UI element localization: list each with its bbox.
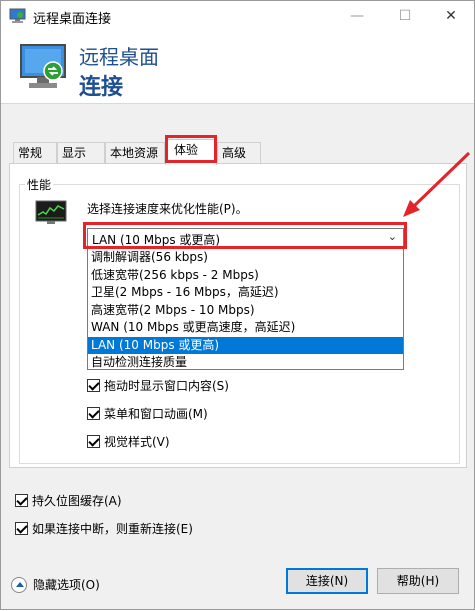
checkbox-visual-styles[interactable]: 视觉样式(V) <box>87 433 170 449</box>
checkbox-show-window-contents[interactable]: 拖动时显示窗口内容(S) <box>87 377 229 393</box>
dropdown-option[interactable]: WAN (10 Mbps 或更高速度，高延迟) <box>88 319 403 337</box>
dropdown-option[interactable]: 高速宽带(2 Mbps - 10 Mbps) <box>88 302 403 320</box>
checkbox-label: 视觉样式(V) <box>104 434 170 449</box>
connect-button[interactable]: 连接(N) <box>286 568 368 594</box>
chevron-down-icon[interactable]: ⌄ <box>388 230 397 243</box>
dialog-body: 常规 显示 本地资源 体验 高级 性能 选择连接速度来优化性能(P)。 LAN … <box>1 103 474 609</box>
tab-advanced[interactable]: 高级 <box>217 142 261 164</box>
checkbox-bitmap-cache[interactable]: 持久位图缓存(A) <box>15 492 122 508</box>
dropdown-option-selected[interactable]: LAN (10 Mbps 或更高) <box>88 336 403 354</box>
checkbox-checked[interactable] <box>87 406 100 420</box>
tab-experience[interactable]: 体验 <box>165 139 217 165</box>
checkbox-label: 持久位图缓存(A) <box>32 493 122 508</box>
header-title: 远程桌面 <box>79 45 159 69</box>
dropdown-option[interactable]: 调制解调器(56 kbps) <box>88 249 403 267</box>
header-subtitle: 连接 <box>79 75 124 100</box>
hide-options-label: 隐藏选项(O) <box>33 578 100 592</box>
checkbox-checked[interactable] <box>15 493 28 507</box>
window-title: 远程桌面连接 <box>33 12 112 27</box>
remote-desktop-icon <box>9 8 26 23</box>
tab-display[interactable]: 显示 <box>57 142 105 164</box>
checkbox-menu-animation[interactable]: 菜单和窗口动画(M) <box>87 405 208 421</box>
connection-speed-value: LAN (10 Mbps 或更高) <box>92 233 221 247</box>
dropdown-option[interactable]: 卫星(2 Mbps - 16 Mbps，高延迟) <box>88 284 403 302</box>
connection-speed-dropdown: 调制解调器(56 kbps) 低速宽带(256 kbps - 2 Mbps) 卫… <box>87 248 404 370</box>
minimize-button[interactable]: — <box>334 1 380 31</box>
monitor-connection-icon <box>20 44 66 88</box>
performance-group-label: 性能 <box>25 176 54 193</box>
dropdown-option[interactable]: 低速宽带(256 kbps - 2 Mbps) <box>88 267 403 285</box>
performance-prompt: 选择连接速度来优化性能(P)。 <box>87 202 248 216</box>
checkbox-label: 如果连接中断，则重新连接(E) <box>32 521 193 536</box>
hide-options-toggle[interactable]: 隐藏选项(O) <box>11 576 100 593</box>
checkbox-label: 拖动时显示窗口内容(S) <box>104 378 229 393</box>
title-bar: 远程桌面连接 — ☐ ✕ <box>1 1 474 31</box>
maximize-button[interactable]: ☐ <box>382 1 428 31</box>
checkbox-reconnect[interactable]: 如果连接中断，则重新连接(E) <box>15 520 193 536</box>
tab-general[interactable]: 常规 <box>13 142 57 164</box>
tab-local-resources[interactable]: 本地资源 <box>105 142 165 164</box>
help-button[interactable]: 帮助(H) <box>377 568 459 594</box>
checkbox-checked[interactable] <box>87 378 100 392</box>
performance-monitor-icon <box>35 200 67 224</box>
dropdown-option[interactable]: 自动检测连接质量 <box>88 354 403 372</box>
checkbox-label: 菜单和窗口动画(M) <box>104 406 208 421</box>
checkbox-checked[interactable] <box>15 521 28 535</box>
chevron-up-icon[interactable] <box>11 576 27 593</box>
header-banner: 远程桌面 连接 <box>1 31 474 103</box>
connection-speed-select[interactable]: LAN (10 Mbps 或更高) ⌄ <box>87 228 404 248</box>
close-button[interactable]: ✕ <box>428 1 474 31</box>
checkbox-checked[interactable] <box>87 434 100 448</box>
remote-desktop-window: 远程桌面连接 — ☐ ✕ 远程桌面 连接 常规 显示 本地资源 体验 高级 性能 <box>0 0 475 610</box>
